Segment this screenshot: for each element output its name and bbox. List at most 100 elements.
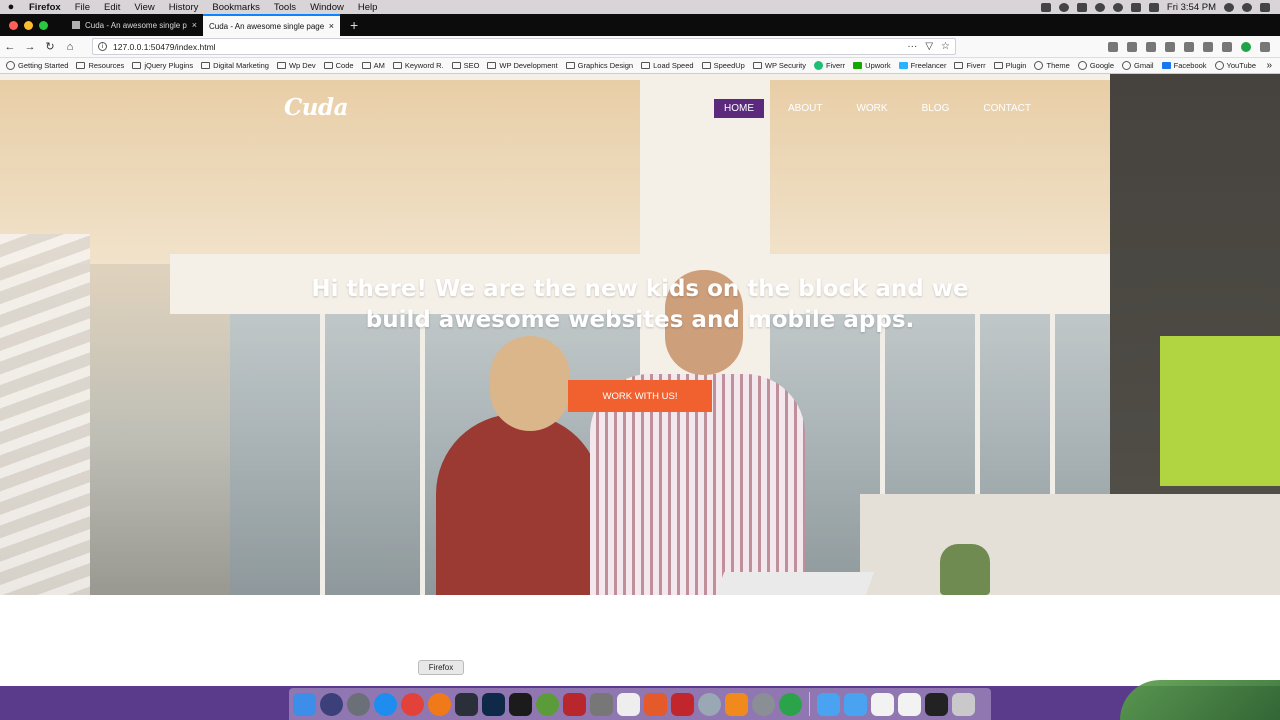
bookmark-wp-dev[interactable]: Wp Dev <box>276 61 316 70</box>
bookmark-gmail[interactable]: Gmail <box>1122 61 1154 70</box>
nav-work[interactable]: WORK <box>846 99 897 118</box>
bookmark-youtube[interactable]: YouTube <box>1214 61 1256 70</box>
menu-window[interactable]: Window <box>303 2 351 13</box>
extension-icon[interactable] <box>1203 41 1213 52</box>
menu-app-name[interactable]: Firefox <box>22 2 68 13</box>
user-avatar-icon[interactable] <box>1242 2 1252 12</box>
phpstorm-icon[interactable] <box>509 692 532 716</box>
home-icon[interactable]: ⌂ <box>60 41 80 53</box>
sidebar-icon[interactable] <box>1127 41 1137 52</box>
url-text[interactable]: 127.0.0.1:50479/index.html <box>113 42 216 52</box>
app-icon[interactable] <box>698 692 721 716</box>
folder-icon[interactable] <box>844 692 867 716</box>
app-icon[interactable] <box>779 692 802 716</box>
bookmark-theme[interactable]: Theme <box>1034 61 1070 70</box>
grammarly-icon[interactable] <box>1241 41 1251 52</box>
finder-icon[interactable] <box>293 692 316 716</box>
menu-bookmarks[interactable]: Bookmarks <box>205 2 267 13</box>
close-tab-icon[interactable]: × <box>192 20 197 30</box>
trash-icon[interactable] <box>952 692 975 716</box>
bookmark-fiverr-folder[interactable]: Fiverr <box>954 61 986 70</box>
bookmark-plugin[interactable]: Plugin <box>993 61 1026 70</box>
firefox-icon[interactable] <box>428 692 451 716</box>
nav-about[interactable]: ABOUT <box>778 99 832 118</box>
display-icon[interactable] <box>1040 2 1051 12</box>
sourcetree-icon[interactable] <box>455 692 478 716</box>
menu-history[interactable]: History <box>162 2 206 13</box>
zoom-window-button[interactable] <box>39 20 48 30</box>
wifi-icon[interactable] <box>1112 2 1123 12</box>
document-icon[interactable] <box>871 692 894 716</box>
work-with-us-button[interactable]: WORK WITH US! <box>568 380 712 412</box>
volume-icon[interactable] <box>1130 2 1141 12</box>
library-icon[interactable] <box>1108 41 1118 52</box>
tab-2-active[interactable]: Cuda - An awesome single page po × <box>203 14 340 36</box>
app-icon[interactable] <box>671 692 694 716</box>
bookmark-keyword-r[interactable]: Keyword R. <box>392 61 444 70</box>
spotlight-icon[interactable] <box>1224 2 1234 12</box>
bookmark-resources[interactable]: Resources <box>76 61 124 70</box>
site-logo[interactable]: Cuda <box>284 94 349 121</box>
nav-blog[interactable]: BLOG <box>912 99 960 118</box>
app-icon[interactable] <box>536 692 559 716</box>
menu-tools[interactable]: Tools <box>267 2 303 13</box>
nav-home[interactable]: HOME <box>714 99 764 118</box>
bookmark-digital-marketing[interactable]: Digital Marketing <box>201 61 269 70</box>
bookmark-upwork[interactable]: Upwork <box>853 61 891 70</box>
system-preferences-icon[interactable] <box>752 692 775 716</box>
menu-clock[interactable]: Fri 3:54 PM <box>1167 2 1216 13</box>
siri-icon[interactable] <box>320 692 343 716</box>
launchpad-icon[interactable] <box>347 692 370 716</box>
chrome-icon[interactable] <box>401 692 424 716</box>
bookmark-google[interactable]: Google <box>1077 61 1114 70</box>
notification-center-icon[interactable] <box>1260 2 1270 12</box>
page-actions-icon[interactable]: ··· <box>907 41 917 52</box>
bookmark-seo[interactable]: SEO <box>451 61 479 70</box>
bookmarks-overflow-icon[interactable]: » <box>1266 60 1280 71</box>
url-bar[interactable]: i 127.0.0.1:50479/index.html ··· ▽ ☆ <box>92 38 956 55</box>
bookmark-am[interactable]: AM <box>361 61 385 70</box>
bookmark-facebook[interactable]: Facebook <box>1161 61 1207 70</box>
extension-icon[interactable] <box>1146 41 1156 52</box>
bookmark-fiverr[interactable]: Fiverr <box>813 61 845 70</box>
close-window-button[interactable] <box>9 20 18 30</box>
bookmark-getting-started[interactable]: Getting Started <box>6 61 68 70</box>
bookmark-wp-development[interactable]: WP Development <box>487 61 558 70</box>
app-icon[interactable] <box>644 692 667 716</box>
tab-1[interactable]: Cuda - An awesome single pag × <box>66 14 203 36</box>
bookmark-speedup[interactable]: SpeedUp <box>701 61 745 70</box>
bookmark-star-icon[interactable]: ☆ <box>941 41 950 52</box>
menu-help[interactable]: Help <box>351 2 385 13</box>
bookmark-wp-security[interactable]: WP Security <box>752 61 806 70</box>
textedit-icon[interactable] <box>617 692 640 716</box>
minimize-window-button[interactable] <box>24 20 33 30</box>
reload-icon[interactable]: ↻ <box>40 40 60 53</box>
bookmark-code[interactable]: Code <box>323 61 354 70</box>
document-icon[interactable] <box>898 692 921 716</box>
bookmark-graphics-design[interactable]: Graphics Design <box>565 61 633 70</box>
settings-icon[interactable] <box>1165 41 1175 52</box>
photoshop-icon[interactable] <box>482 692 505 716</box>
bluetooth-icon[interactable] <box>1094 2 1105 12</box>
bookmark-freelancer[interactable]: Freelancer <box>898 61 946 70</box>
screenshot-icon[interactable] <box>925 692 948 716</box>
folder-icon[interactable] <box>817 692 840 716</box>
new-tab-button[interactable]: + <box>340 17 368 33</box>
pocket-icon[interactable]: ▽ <box>925 41 933 52</box>
menu-file[interactable]: File <box>68 2 97 13</box>
app-icon[interactable] <box>590 692 613 716</box>
input-source-icon[interactable] <box>1148 2 1159 12</box>
menu-edit[interactable]: Edit <box>97 2 127 13</box>
back-arrow-icon[interactable]: ← <box>0 41 20 53</box>
sync-icon[interactable] <box>1058 2 1069 12</box>
extension-icon[interactable] <box>1184 41 1194 52</box>
close-tab-icon[interactable]: × <box>329 21 334 31</box>
apple-icon[interactable]: ● <box>0 1 22 13</box>
site-info-icon[interactable]: i <box>98 42 107 51</box>
nav-contact[interactable]: CONTACT <box>973 99 1041 118</box>
forward-arrow-icon[interactable]: → <box>20 41 40 53</box>
bookmark-jquery-plugins[interactable]: jQuery Plugins <box>132 61 193 70</box>
bookmark-load-speed[interactable]: Load Speed <box>641 61 694 70</box>
vlc-icon[interactable] <box>725 692 748 716</box>
menu-icon[interactable] <box>1260 41 1270 52</box>
